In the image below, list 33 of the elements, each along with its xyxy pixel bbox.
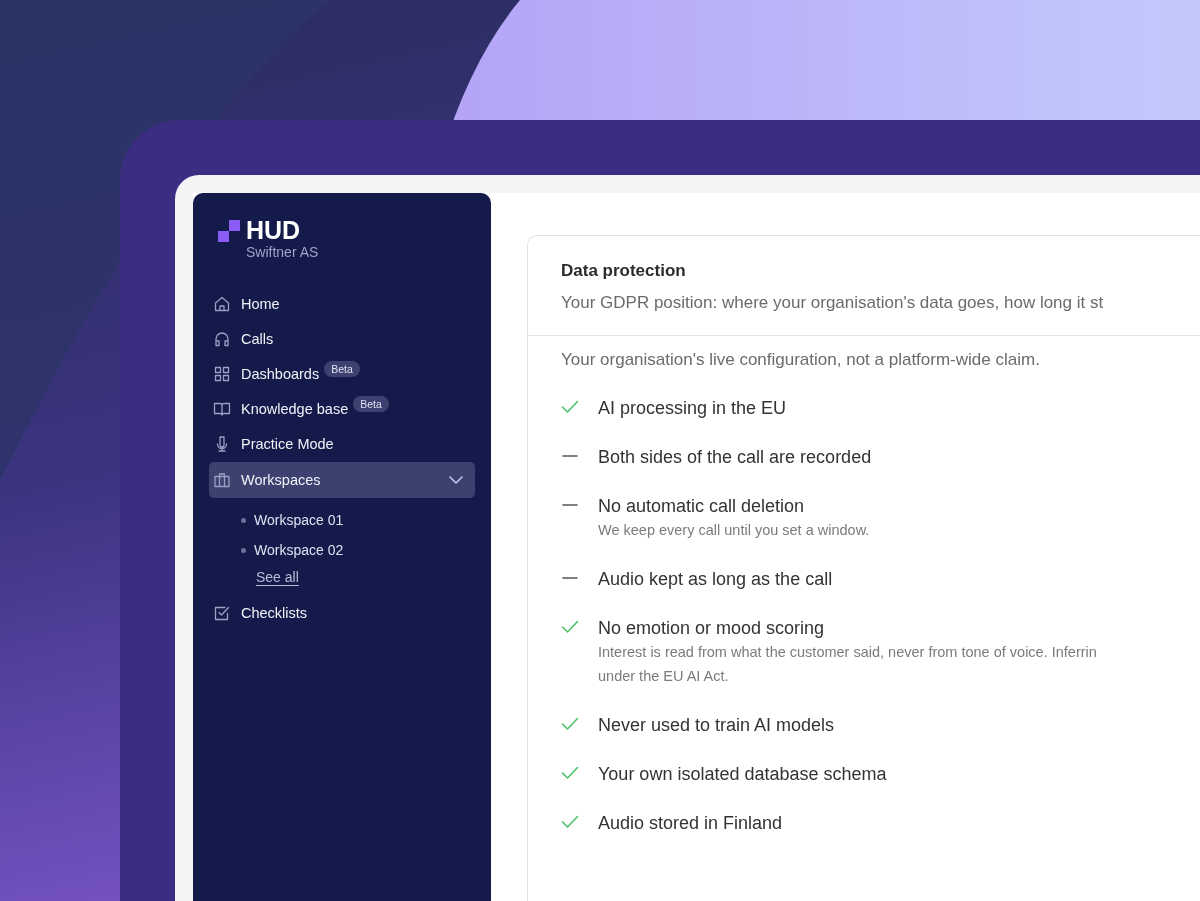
organisation-name: Swiftner AS [246,244,320,260]
beta-badge: Beta [324,360,360,377]
beta-badge: Beta [353,395,389,412]
briefcase-icon [213,471,231,489]
headphones-icon [213,329,231,348]
setting-label: Your own isolated database schema [598,763,887,786]
nav-item[interactable]: Practice Mode [209,426,475,461]
intro-text: Your organisation's live configuration, not a platform-wide claim. [561,350,1041,370]
workspace-item[interactable]: Workspace 02 [241,535,475,565]
setting-label: No emotion or mood scoring [598,617,826,640]
grid-icon [213,364,231,383]
setting-label: Both sides of the call are recorded [598,446,872,469]
setting-label: Audio kept as long as the call [598,568,833,591]
nav-item[interactable]: Checklists [209,595,475,630]
home-icon [213,294,231,313]
see-all-link[interactable]: See all [256,569,299,585]
nav-item[interactable]: Home [209,286,475,321]
logo-icon [218,220,240,242]
setting-label: Never used to train AI models [598,714,835,737]
setting-label: Audio stored in Finland [598,812,783,835]
setting-label: No automatic call deletion [598,495,806,518]
nav-item[interactable]: Workspaces [209,462,475,498]
workspace-item[interactable]: Workspace 01 [241,505,475,535]
card-description: Your GDPR position: where your organisation's data goes, how long it st [561,293,1105,313]
setting-note: We keep every call until you set a window. [598,521,870,540]
setting-note: Interest is read from what the customer said, never from tone of voice. Inferrin [598,643,1097,662]
brand-name: HUD [246,217,301,243]
nav-item[interactable]: Knowledge base Beta [209,391,475,426]
card-title: Data protection [561,261,687,281]
setting-note: under the EU AI Act. [598,667,730,686]
setting-label: AI processing in the EU [598,397,787,420]
nav-item[interactable]: Calls [209,321,475,356]
nav-item[interactable]: Dashboards Beta [209,356,475,391]
